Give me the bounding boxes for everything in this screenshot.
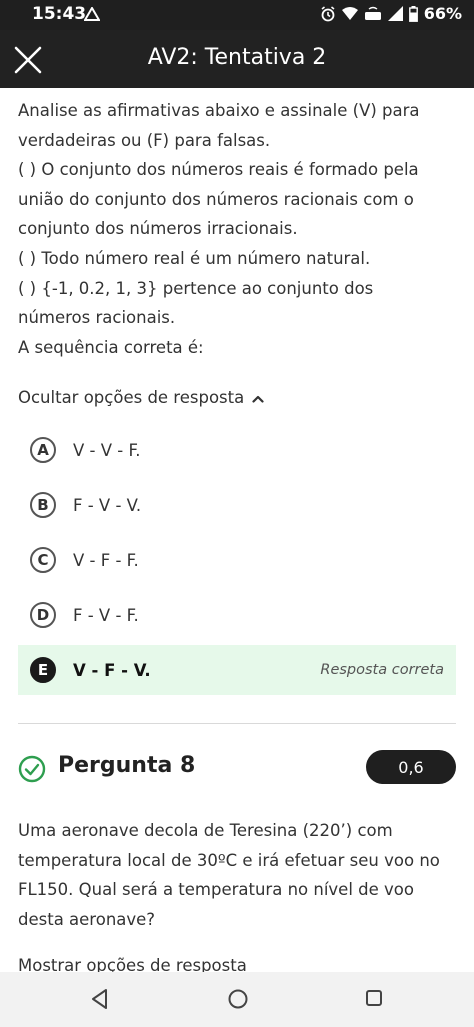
question-line: Uma aeronave decola de Teresina (220’) c… xyxy=(18,821,393,840)
quiz-content[interactable]: Analise as afirmativas abaixo e assinale… xyxy=(0,88,474,972)
option-letter: E xyxy=(30,657,56,683)
question-line: ( ) Todo número real é um número natural… xyxy=(18,248,371,268)
question-line: união do conjunto dos números racionais … xyxy=(18,189,414,209)
question-header: Pergunta 8 0,6 xyxy=(18,750,456,786)
recents-icon[interactable] xyxy=(364,988,384,1012)
question-line: desta aeronave? xyxy=(18,909,156,929)
question-line: conjunto dos números irracionais. xyxy=(18,219,298,239)
question-line: Analise as afirmativas abaixo e assinale… xyxy=(18,101,420,120)
hide-options-label: Ocultar opções de resposta xyxy=(18,388,245,407)
alarm-icon xyxy=(320,5,336,22)
option-e[interactable]: E V - F - V. Resposta correta xyxy=(18,645,456,695)
battery-level: 66% xyxy=(423,4,462,23)
hide-options-toggle[interactable]: Ocultar opções de resposta xyxy=(18,388,264,407)
option-letter: A xyxy=(30,437,56,463)
option-letter: C xyxy=(30,547,56,573)
app-bar: AV2: Tentativa 2 xyxy=(0,30,474,88)
option-d[interactable]: D F - V - F. xyxy=(18,590,456,640)
status-bar: 15:43 66% xyxy=(0,0,474,30)
question-text: Analise as afirmativas abaixo e assinale… xyxy=(18,96,458,362)
question-line: A sequência correta é: xyxy=(18,337,204,357)
question-line: ( ) {-1, 0.2, 1, 3} pertence ao conjunto… xyxy=(18,278,374,298)
option-text: F - V - V. xyxy=(73,495,142,515)
question-line: ( ) O conjunto dos números reais é forma… xyxy=(18,160,419,180)
question-line: temperatura local de 30ºC e irá efetuar … xyxy=(18,850,440,870)
check-circle-icon xyxy=(18,755,46,787)
divider xyxy=(18,723,456,724)
option-text: V - F - V. xyxy=(73,660,151,680)
home-icon[interactable] xyxy=(227,988,249,1014)
question-text: Uma aeronave decola de Teresina (220’) c… xyxy=(18,816,458,934)
volte-icon xyxy=(364,6,382,22)
question-line: verdadeiras ou (F) para falsas. xyxy=(18,130,271,150)
option-letter: D xyxy=(30,602,56,628)
score-badge: 0,6 xyxy=(366,750,456,784)
back-icon[interactable] xyxy=(90,988,110,1014)
option-c[interactable]: C V - F - F. xyxy=(18,535,456,585)
question-line: FL150. Qual será a temperatura no nível … xyxy=(18,880,414,900)
drive-icon xyxy=(83,6,101,25)
option-letter: B xyxy=(30,492,56,518)
wifi-icon xyxy=(341,6,358,21)
show-options-toggle[interactable]: Mostrar opções de resposta xyxy=(18,956,247,972)
option-b[interactable]: B F - V - V. xyxy=(18,480,456,530)
status-time: 15:43 xyxy=(32,4,87,24)
option-text: F - V - F. xyxy=(73,605,139,625)
option-a[interactable]: A V - V - F. xyxy=(18,425,456,475)
nav-bar xyxy=(0,972,474,1027)
correct-answer-label: Resposta correta xyxy=(320,662,444,678)
status-icons: 66% xyxy=(320,4,462,23)
chevron-up-icon xyxy=(252,388,264,407)
signal-icon xyxy=(387,6,403,21)
option-text: V - V - F. xyxy=(73,440,141,460)
battery-icon xyxy=(408,5,418,22)
option-text: V - F - F. xyxy=(73,550,139,570)
question-title: Pergunta 8 xyxy=(58,753,196,778)
question-line: números racionais. xyxy=(18,308,176,328)
page-title: AV2: Tentativa 2 xyxy=(147,45,327,70)
